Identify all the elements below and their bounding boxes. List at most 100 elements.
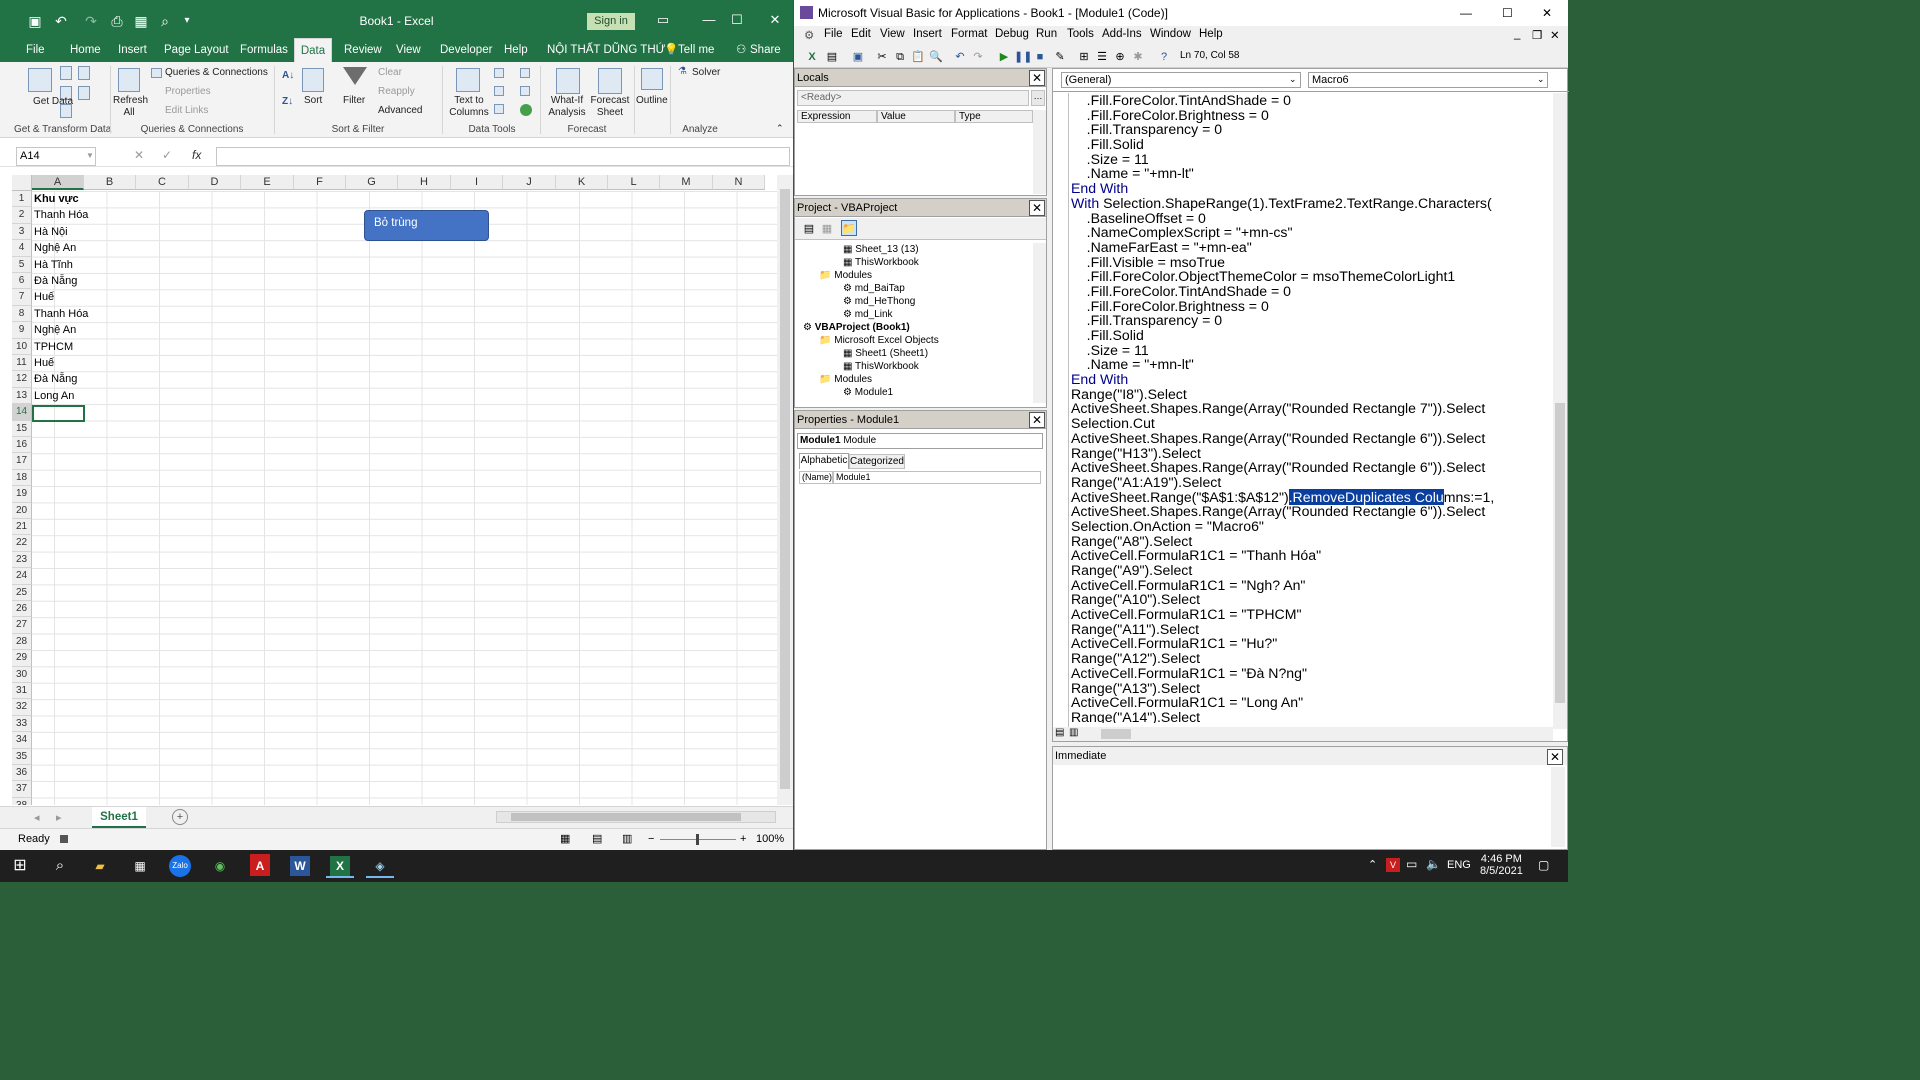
tree-item[interactable]: ⚙ md_BaiTap [803,282,1033,295]
manage-data-model-icon[interactable] [520,104,532,116]
next-sheet-icon[interactable]: ▸ [56,811,62,824]
relationships-icon[interactable] [520,86,530,96]
code-line[interactable]: End With [1071,372,1547,387]
object-browser-icon[interactable]: ⊕ [1112,49,1128,65]
get-data-icon[interactable] [28,68,52,92]
toggle-folders-icon[interactable]: 📁 [841,220,857,236]
row-header[interactable]: 9 [12,322,32,339]
immediate-close-button[interactable]: ✕ [1547,749,1563,765]
menu-format[interactable]: Format [951,28,987,40]
vba-undo-icon[interactable]: ↶ [952,49,968,65]
code-line[interactable]: ActiveCell.FormulaR1C1 = "Ðà N?ng" [1071,665,1547,681]
code-line[interactable]: .Fill.ForeColor.TintAndShade = 0 [1071,93,1547,108]
reapply-button[interactable]: Reapply [378,86,415,98]
column-header[interactable]: A [32,175,84,190]
data-validation-icon[interactable] [494,104,504,114]
code-line[interactable]: Range("A10").Select [1071,592,1547,607]
vba-maximize-button[interactable]: ☐ [1502,0,1513,26]
row-header[interactable]: 5 [12,256,32,273]
code-line[interactable]: .Name = "+mn-lt" [1071,166,1547,181]
menu-file[interactable]: File [824,28,843,40]
macro-record-icon[interactable] [60,835,68,843]
code-line[interactable]: .Fill.Solid [1071,328,1547,343]
search-icon[interactable]: ⌕ [46,854,74,878]
toolbox-icon[interactable]: ✱ [1130,49,1146,65]
child-close-icon[interactable]: ✕ [1550,28,1560,42]
immediate-scrollbar[interactable] [1551,767,1565,847]
scroll-thumb[interactable] [780,189,790,789]
row-header[interactable]: 32 [12,699,32,716]
tree-item[interactable]: ▦ Sheet1 (Sheet1) [803,347,1033,360]
vba-save-icon[interactable]: ▣ [850,49,866,65]
code-line[interactable]: ActiveCell.FormulaR1C1 = "Ngh? An" [1071,577,1547,593]
code-line[interactable]: ActiveSheet.Shapes.Range(Array("Rounded … [1071,430,1547,446]
code-line[interactable]: .Fill.Solid [1071,137,1547,152]
clear-button[interactable]: Clear [378,67,402,79]
code-line[interactable]: Range("H13").Select [1071,445,1547,461]
find-icon[interactable]: 🔍 [928,49,944,65]
column-header[interactable]: J [503,175,556,190]
code-line[interactable]: ActiveCell.FormulaR1C1 = "Long An" [1071,695,1547,710]
row-header[interactable]: 16 [12,437,32,454]
code-line[interactable]: .NameComplexScript = "+mn-cs" [1071,225,1547,240]
tab-developer[interactable]: Developer [436,38,496,62]
tab-page-layout[interactable]: Page Layout [160,38,233,62]
row-header[interactable]: 37 [12,781,32,798]
filter-button[interactable]: Filter [343,95,365,107]
tab-help[interactable]: Help [500,38,532,62]
view-object-icon[interactable]: ▦ [819,221,835,237]
text-to-columns-button[interactable]: Text to Columns [448,95,490,119]
code-line[interactable]: .Size = 11 [1071,151,1547,167]
row-header[interactable]: 15 [12,420,32,437]
code-line[interactable]: .Fill.Visible = msoTrue [1071,254,1547,270]
start-button-icon[interactable]: ⊞ [6,854,34,878]
row-header[interactable]: 31 [12,683,32,700]
zoom-slider-thumb[interactable] [696,834,699,845]
normal-view-icon[interactable]: ▦ [560,829,570,850]
tab-data[interactable]: Data [294,38,332,62]
forecast-sheet-button[interactable]: Forecast Sheet [590,95,630,119]
column-header[interactable]: E [241,175,294,190]
table-cell[interactable]: Nghệ An [32,322,76,338]
code-line[interactable]: .Fill.ForeColor.Brightness = 0 [1071,107,1547,123]
locals-close-button[interactable]: ✕ [1029,70,1045,86]
table-cell[interactable]: Đà Nẵng [32,371,77,387]
properties-object-dropdown[interactable]: Module1 Module [797,433,1043,449]
property-name-value[interactable]: Module1 [833,471,1041,484]
menu-view[interactable]: View [880,28,905,40]
zoom-level[interactable]: 100% [756,829,784,850]
view-code-icon[interactable]: ▤ [801,221,817,237]
table-cell[interactable]: Thanh Hóa [32,306,88,322]
row-header[interactable]: 11 [12,355,32,372]
zoom-in-icon[interactable]: + [740,829,746,850]
forecast-sheet-icon[interactable] [598,68,622,94]
menu-help[interactable]: Help [1199,28,1223,40]
vba-close-button[interactable]: ✕ [1542,0,1552,26]
menu-tools[interactable]: Tools [1067,28,1094,40]
sort-button[interactable]: Sort [304,95,322,107]
insert-module-icon[interactable]: ▤ [824,49,840,65]
tree-item[interactable]: ▦ ThisWorkbook [803,256,1033,269]
column-header[interactable]: B [84,175,136,190]
code-line[interactable]: .Fill.Transparency = 0 [1071,122,1547,137]
table-cell[interactable]: Huế [32,289,54,305]
code-line[interactable]: .BaselineOffset = 0 [1071,210,1547,226]
code-line[interactable]: .NameFarEast = "+mn-ea" [1071,240,1547,255]
code-line[interactable]: ActiveCell.FormulaR1C1 = "TPHCM" [1071,607,1547,622]
name-box-dropdown-icon[interactable]: ▼ [86,151,94,160]
sort-za-icon[interactable]: Z↓ [282,96,293,108]
advanced-button[interactable]: Advanced [378,105,422,117]
what-if-analysis-button[interactable]: What-If Analysis [544,95,590,119]
object-dropdown[interactable]: (General) [1061,72,1301,88]
column-header[interactable]: L [608,175,660,190]
insert-function-icon[interactable]: fx [192,148,201,162]
code-scroll-thumb[interactable] [1555,403,1565,703]
menu-debug[interactable]: Debug [995,28,1029,40]
vba-taskbar-icon[interactable]: ◈ [366,854,394,878]
row-header[interactable]: 24 [12,568,32,585]
from-web-icon[interactable] [78,66,90,80]
filter-icon[interactable] [343,67,367,85]
language-indicator[interactable]: ENG [1447,859,1471,871]
tab-review[interactable]: Review [340,38,386,62]
worksheet-grid[interactable]: ABCDEFGHIJKLMN 1 2 3 4 5 6 7 8 9 10 11 12 13 14 15 16 17… [12,175,777,805]
